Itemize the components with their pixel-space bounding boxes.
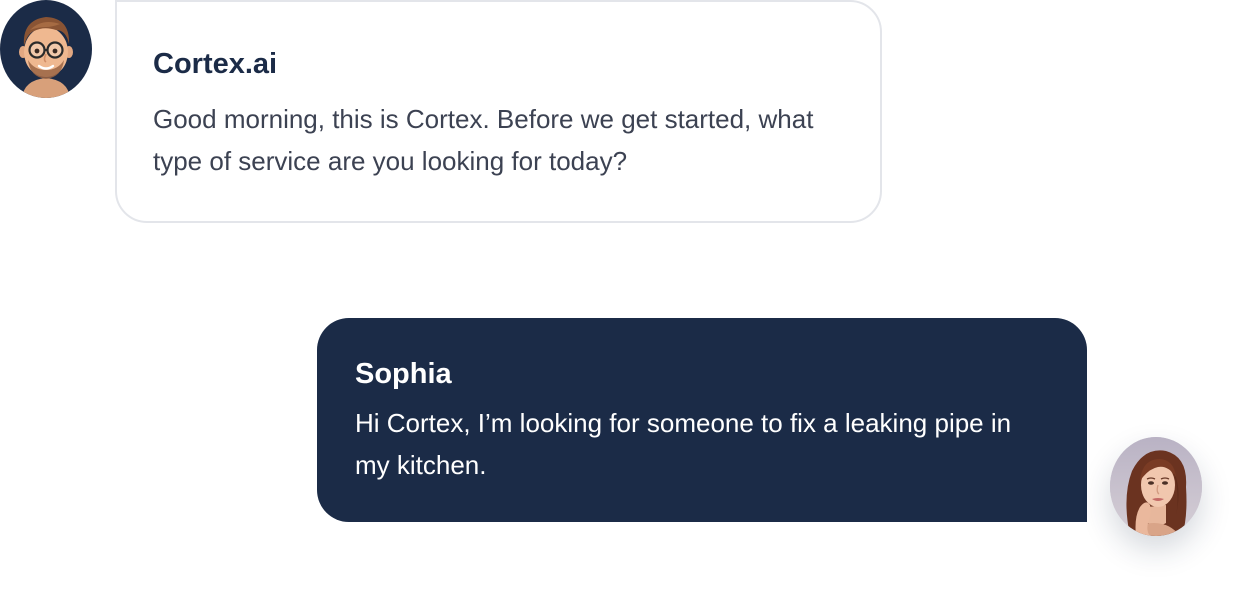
chat-conversation: Cortex.ai Good morning, this is Cortex. … [0, 0, 1241, 594]
memoji-man-glasses-icon [0, 0, 92, 98]
bot-message-bubble: Cortex.ai Good morning, this is Cortex. … [115, 0, 882, 223]
bot-avatar [0, 0, 92, 98]
user-sender-name: Sophia [355, 358, 452, 390]
user-message-bubble: Sophia Hi Cortex, I’m looking for someon… [317, 318, 1087, 522]
user-message-text: Hi Cortex, I’m looking for someone to fi… [355, 408, 1012, 480]
bot-message-text: Good morning, this is Cortex. Before we … [153, 104, 814, 176]
user-avatar [1110, 437, 1202, 536]
bot-sender-name: Cortex.ai [153, 48, 278, 80]
woman-portrait-icon [1110, 437, 1202, 536]
